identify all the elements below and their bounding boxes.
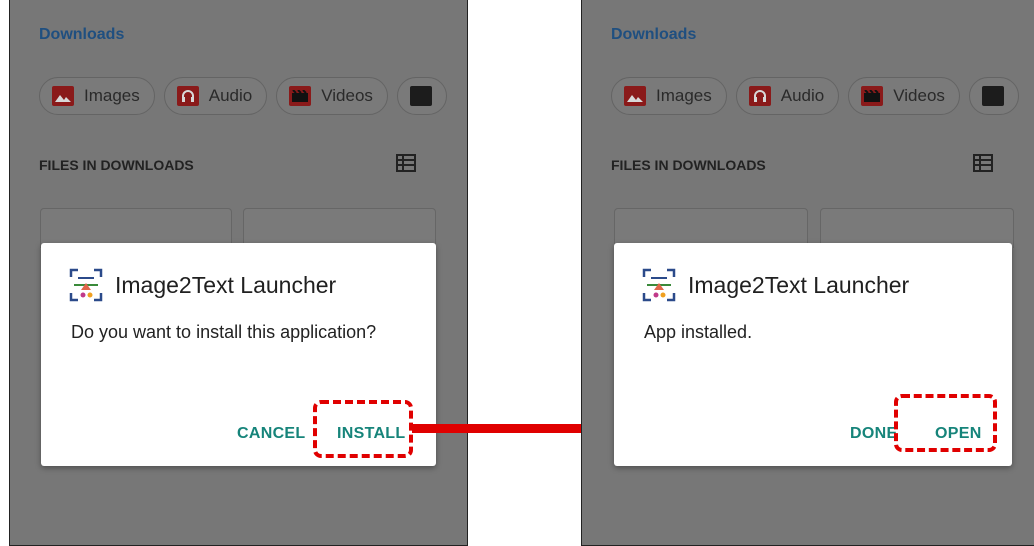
- chip-images-label: Images: [656, 86, 712, 105]
- dialog-message: App installed.: [644, 322, 753, 342]
- chip-audio[interactable]: Audio: [735, 77, 840, 115]
- open-highlight-box: [894, 394, 997, 452]
- chip-videos-label: Videos: [893, 86, 945, 105]
- files-header: FILES IN DOWNLOADS: [611, 157, 766, 173]
- installed-screen: Downloads Images Audio Videos FILES IN D…: [581, 0, 1034, 546]
- image-icon: [624, 86, 646, 106]
- document-icon: [981, 86, 1004, 106]
- file-tile[interactable]: [614, 208, 808, 248]
- app-icon: [642, 268, 676, 302]
- chip-audio-label: Audio: [780, 86, 825, 105]
- chip-documents[interactable]: [968, 77, 1019, 115]
- video-icon: [861, 86, 884, 106]
- file-tile[interactable]: [820, 208, 1014, 248]
- chip-images[interactable]: Images: [611, 77, 727, 115]
- done-button[interactable]: DONE: [850, 425, 897, 443]
- category-chips: Images Audio Videos: [611, 77, 1019, 115]
- chip-videos[interactable]: Videos: [848, 77, 960, 115]
- list-view-icon[interactable]: [972, 152, 994, 174]
- headphones-icon: [748, 86, 771, 106]
- dialog-header: Image2Text Launcher: [642, 268, 909, 302]
- downloads-title: Downloads: [611, 26, 697, 43]
- dialog-app-name: Image2Text Launcher: [688, 271, 910, 298]
